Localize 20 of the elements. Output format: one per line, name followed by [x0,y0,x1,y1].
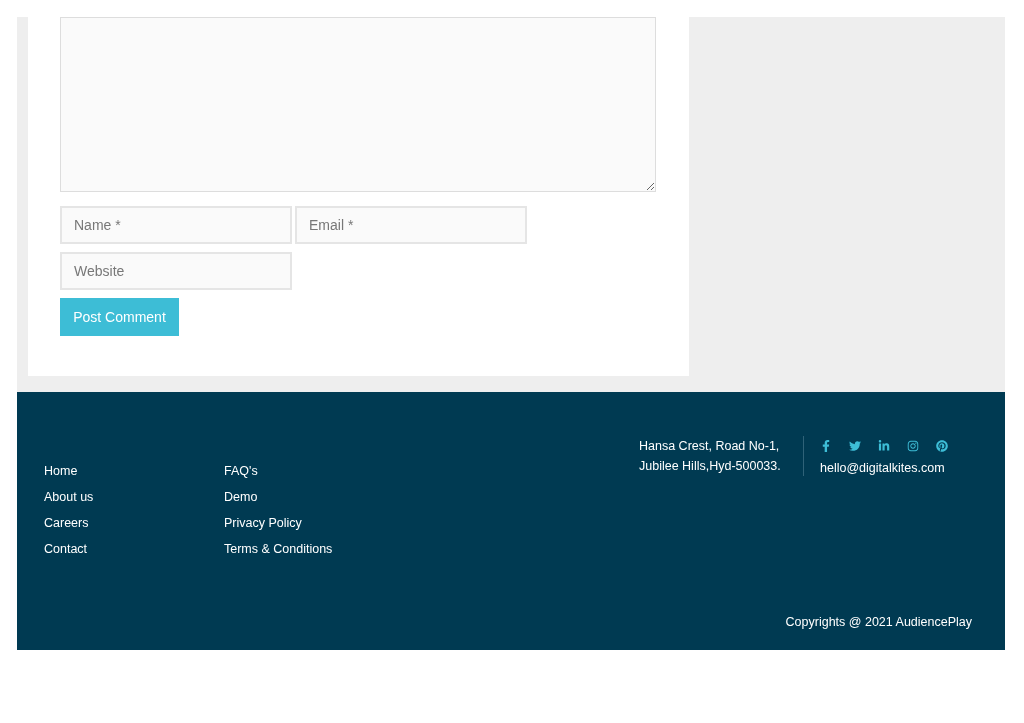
email-address: hello@digitalkites.com [820,460,946,477]
text-field[interactable]: Website [60,252,292,290]
text-field[interactable]: Email * [295,206,527,244]
footer-link[interactable]: FAQ's [224,458,258,484]
pinterest-icon[interactable] [936,440,948,452]
footer-link[interactable]: Terms & Conditions [224,536,333,562]
footer-link[interactable]: About us [44,484,94,510]
footer-link[interactable]: Contact [44,536,88,562]
twitter-icon[interactable] [849,440,861,452]
facebook-icon[interactable] [820,440,832,452]
footer-link[interactable]: Home [44,458,78,484]
footer-link[interactable]: Privacy Policy [224,510,302,536]
footer-link[interactable]: Demo [224,484,258,510]
address-line: Hansa Crest, Road No-1, [639,438,781,455]
copyright-text: Copyrights @ 2021 AudiencePlay [785,614,972,632]
footer-link[interactable]: Careers [44,510,89,536]
linkedin-icon[interactable] [878,440,890,452]
instagram-icon[interactable] [907,440,919,452]
address-line: Jubilee Hills,Hyd-500033. [639,458,782,475]
text-field[interactable]: Name * [60,206,292,244]
